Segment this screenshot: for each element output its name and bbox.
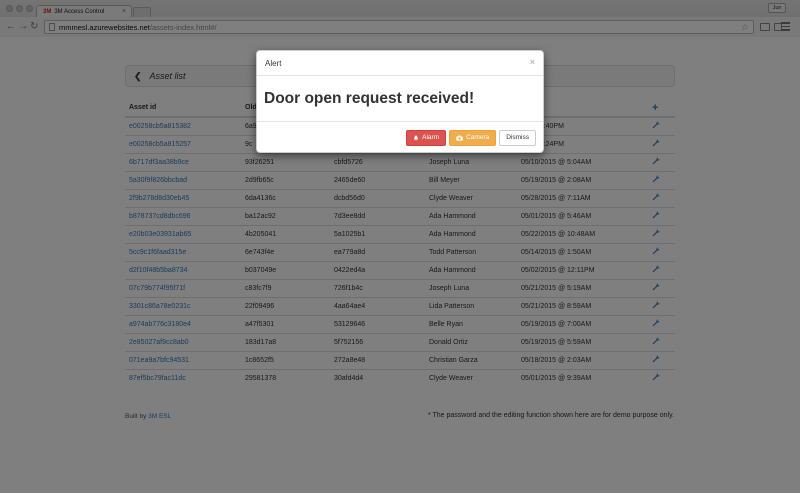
dismiss-button[interactable]: Dismiss: [499, 129, 536, 146]
bell-icon: [414, 135, 419, 141]
modal-body: Door open request received!: [257, 76, 543, 122]
alarm-button[interactable]: Alarm: [406, 129, 447, 146]
modal-footer: Alarm Camera Dismiss: [257, 122, 543, 153]
alert-message: Door open request received!: [264, 89, 475, 107]
camera-label: Camera: [466, 134, 490, 141]
camera-button[interactable]: Camera: [449, 129, 497, 146]
alert-modal: Alert × Door open request received! Alar…: [256, 50, 544, 153]
modal-header: Alert ×: [257, 51, 543, 76]
camera-icon: [456, 135, 463, 141]
dismiss-label: Dismiss: [506, 134, 529, 141]
close-icon[interactable]: ×: [530, 57, 535, 67]
alarm-label: Alarm: [422, 134, 440, 141]
modal-title: Alert: [265, 58, 282, 68]
